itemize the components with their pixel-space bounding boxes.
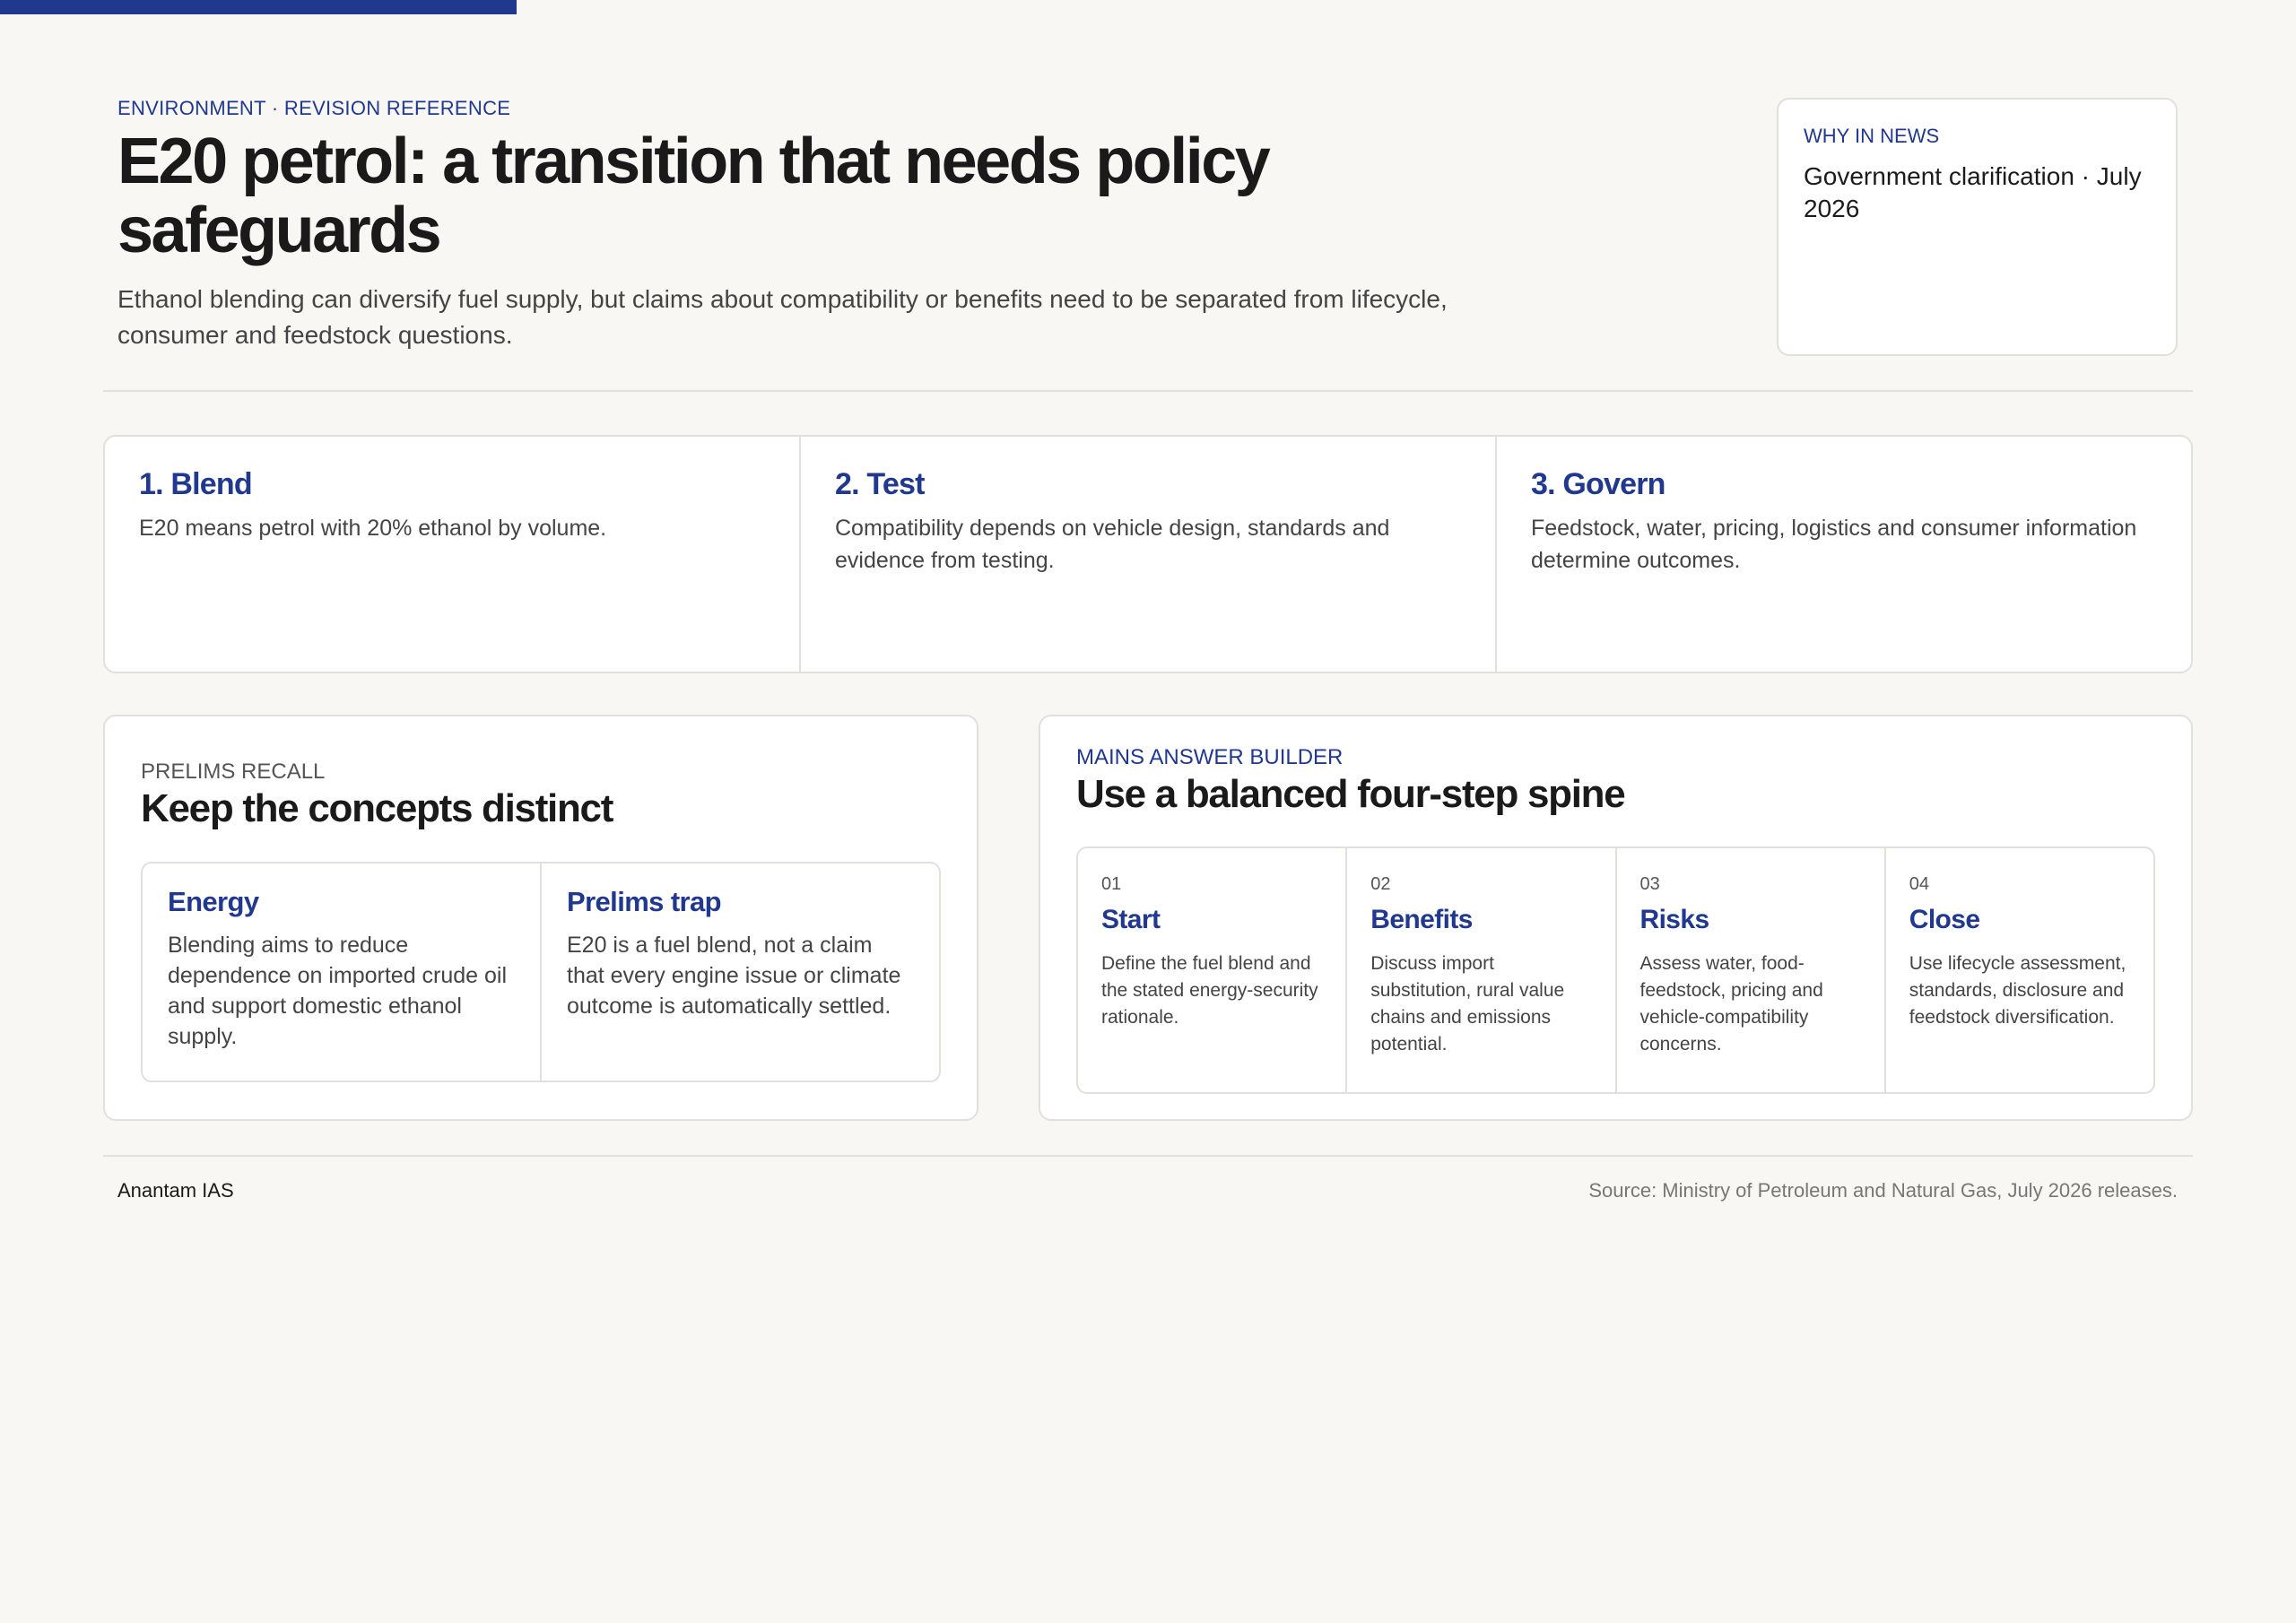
- process-steps: 1. Blend E20 means petrol with 20% ethan…: [103, 435, 2193, 673]
- step-title: 2. Test: [835, 467, 925, 501]
- spine-title: Risks: [1639, 905, 1710, 934]
- spine-step-risks: 03 Risks Assess water, food-feedstock, p…: [1617, 848, 1886, 1092]
- page-subtitle: Ethanol blending can diversify fuel supp…: [117, 285, 1448, 349]
- step-text: Feedstock, water, pricing, logistics and…: [1531, 516, 2137, 573]
- mains-eyebrow: MAINS ANSWER BUILDER: [1076, 745, 1344, 769]
- concept-prelims-trap: Prelims trap E20 is a fuel blend, not a …: [542, 864, 939, 1081]
- news-text: Government clarification · July 2026: [1804, 162, 2142, 222]
- spine-step-start: 01 Start Define the fuel blend and the s…: [1078, 848, 1348, 1092]
- spine-number: 04: [1909, 874, 1929, 894]
- footer-brand: Anantam IAS: [117, 1179, 234, 1202]
- concept-title: Prelims trap: [567, 886, 722, 917]
- spine-number: 02: [1370, 874, 1391, 894]
- step-test: 2. Test Compatibility depends on vehicle…: [801, 437, 1497, 672]
- why-in-news-card: WHY IN NEWS Government clarification · J…: [1777, 98, 2178, 356]
- mains-title: Use a balanced four-step spine: [1076, 772, 1626, 816]
- spine-text: Assess water, food-feedstock, pricing an…: [1639, 953, 1823, 1055]
- step-blend: 1. Blend E20 means petrol with 20% ethan…: [105, 437, 801, 672]
- spine-text: Define the fuel blend and the stated ene…: [1101, 953, 1318, 1028]
- spine-title: Start: [1101, 905, 1161, 934]
- accent-bar: [0, 0, 517, 14]
- spine-text: Discuss import substitution, rural value…: [1370, 953, 1565, 1055]
- concept-grid: Energy Blending aims to reduce dependenc…: [141, 862, 941, 1082]
- concept-text: E20 is a fuel blend, not a claim that ev…: [567, 933, 901, 1019]
- prelims-title: Keep the concepts distinct: [141, 786, 613, 830]
- prelims-panel: PRELIMS RECALL Keep the concepts distinc…: [103, 715, 978, 1121]
- concept-text: Blending aims to reduce dependence on im…: [168, 933, 508, 1049]
- spine-title: Benefits: [1370, 905, 1473, 934]
- page-header: ENVIRONMENT · REVISION REFERENCE E20 pet…: [117, 97, 1517, 353]
- step-title: 1. Blend: [139, 467, 253, 501]
- step-govern: 3. Govern Feedstock, water, pricing, log…: [1497, 437, 2191, 672]
- news-label: WHY IN NEWS: [1804, 125, 1940, 147]
- step-text: E20 means petrol with 20% ethanol by vol…: [139, 516, 607, 541]
- answer-spine: 01 Start Define the fuel blend and the s…: [1076, 846, 2155, 1094]
- prelims-eyebrow: PRELIMS RECALL: [141, 759, 326, 784]
- footer-source: Source: Ministry of Petroleum and Natura…: [1588, 1179, 2178, 1202]
- page-eyebrow: ENVIRONMENT · REVISION REFERENCE: [117, 97, 511, 119]
- footer-divider: [103, 1155, 2193, 1157]
- mains-panel: MAINS ANSWER BUILDER Use a balanced four…: [1039, 715, 2193, 1121]
- step-title: 3. Govern: [1531, 467, 1665, 501]
- step-text: Compatibility depends on vehicle design,…: [835, 516, 1390, 573]
- spine-step-close: 04 Close Use lifecycle assessment, stand…: [1886, 848, 2153, 1092]
- concept-energy: Energy Blending aims to reduce dependenc…: [143, 864, 542, 1081]
- spine-number: 01: [1101, 874, 1122, 894]
- concept-title: Energy: [168, 886, 259, 917]
- header-divider: [103, 390, 2193, 392]
- spine-text: Use lifecycle assessment, standards, dis…: [1909, 953, 2126, 1028]
- spine-title: Close: [1909, 905, 1980, 934]
- spine-number: 03: [1639, 874, 1660, 894]
- spine-step-benefits: 02 Benefits Discuss import substitution,…: [1347, 848, 1617, 1092]
- page-title: E20 petrol: a transition that needs poli…: [117, 126, 1271, 266]
